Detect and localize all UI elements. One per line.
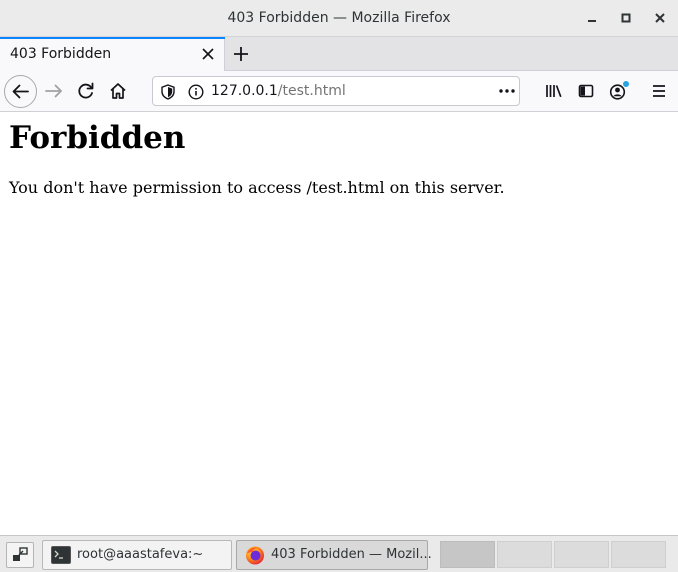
forward-arrow-icon: [45, 84, 62, 98]
taskbar: root@aaastafeva:~ 403 Forbidden — Mozil.…: [0, 535, 678, 572]
taskbar-item-label: root@aaastafeva:~: [77, 547, 204, 562]
account-button[interactable]: [604, 77, 632, 105]
url-path: /test.html: [277, 83, 346, 99]
page-heading: Forbidden: [9, 120, 186, 156]
back-button[interactable]: [4, 75, 37, 108]
tab-strip: 403 Forbidden: [0, 37, 678, 71]
firefox-icon: [246, 546, 264, 565]
page-actions-more-icon[interactable]: [498, 86, 516, 96]
tracking-protection-shield-icon[interactable]: [161, 84, 175, 100]
window-titlebar: 403 Forbidden — Mozilla Firefox: [0, 0, 678, 37]
home-icon: [110, 83, 126, 99]
minimize-button[interactable]: [583, 9, 601, 27]
taskbar-item-terminal[interactable]: root@aaastafeva:~: [42, 540, 232, 570]
library-button[interactable]: [540, 77, 568, 105]
taskbar-item-firefox[interactable]: 403 Forbidden — Mozil...: [236, 540, 432, 570]
window-title: 403 Forbidden — Mozilla Firefox: [227, 10, 451, 26]
show-desktop-button[interactable]: [6, 542, 34, 568]
active-tab-indicator: [0, 37, 225, 39]
minimize-icon: [588, 20, 596, 22]
error-message: You don't have permission to access /tes…: [9, 178, 505, 197]
forward-button[interactable]: [40, 77, 68, 105]
url-host: 127.0.0.1: [211, 83, 278, 99]
taskbar-item-label: 403 Forbidden — Mozil...: [271, 547, 432, 562]
library-icon: [546, 85, 562, 98]
tab-close-icon[interactable]: [201, 47, 215, 61]
open-menu-button[interactable]: [645, 77, 673, 105]
reload-icon: [78, 82, 94, 99]
new-tab-icon[interactable]: [231, 44, 251, 64]
maximize-icon: [621, 13, 631, 23]
reload-button[interactable]: [72, 77, 100, 105]
sync-badge-dot: [623, 81, 629, 87]
hamburger-menu-icon: [653, 85, 665, 97]
workspace-4[interactable]: [611, 541, 666, 568]
close-window-button[interactable]: [651, 9, 669, 27]
close-icon: [655, 13, 665, 23]
show-desktop-icon: [13, 547, 28, 561]
navigation-toolbar: 127.0.0.1/test.html: [0, 71, 678, 112]
tab-403-forbidden[interactable]: 403 Forbidden: [0, 37, 225, 71]
home-button[interactable]: [104, 77, 132, 105]
maximize-button[interactable]: [617, 9, 635, 27]
url-bar[interactable]: 127.0.0.1/test.html: [152, 76, 520, 106]
terminal-icon: [51, 546, 71, 564]
sidebar-icon: [578, 84, 594, 98]
back-arrow-icon: [12, 84, 29, 99]
site-info-icon[interactable]: [188, 84, 204, 100]
url-text[interactable]: 127.0.0.1/test.html: [211, 83, 346, 99]
workspace-2[interactable]: [497, 541, 552, 568]
sidebar-toggle-button[interactable]: [572, 77, 600, 105]
workspace-1[interactable]: [440, 541, 495, 568]
workspace-3[interactable]: [554, 541, 609, 568]
tab-label: 403 Forbidden: [10, 46, 112, 62]
page-content: Forbidden You don't have permission to a…: [0, 112, 678, 535]
